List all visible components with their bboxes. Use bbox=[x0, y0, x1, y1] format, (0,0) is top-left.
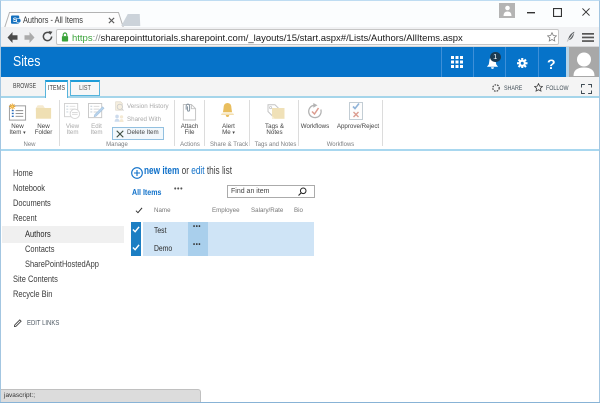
svg-text:S: S bbox=[13, 17, 18, 24]
